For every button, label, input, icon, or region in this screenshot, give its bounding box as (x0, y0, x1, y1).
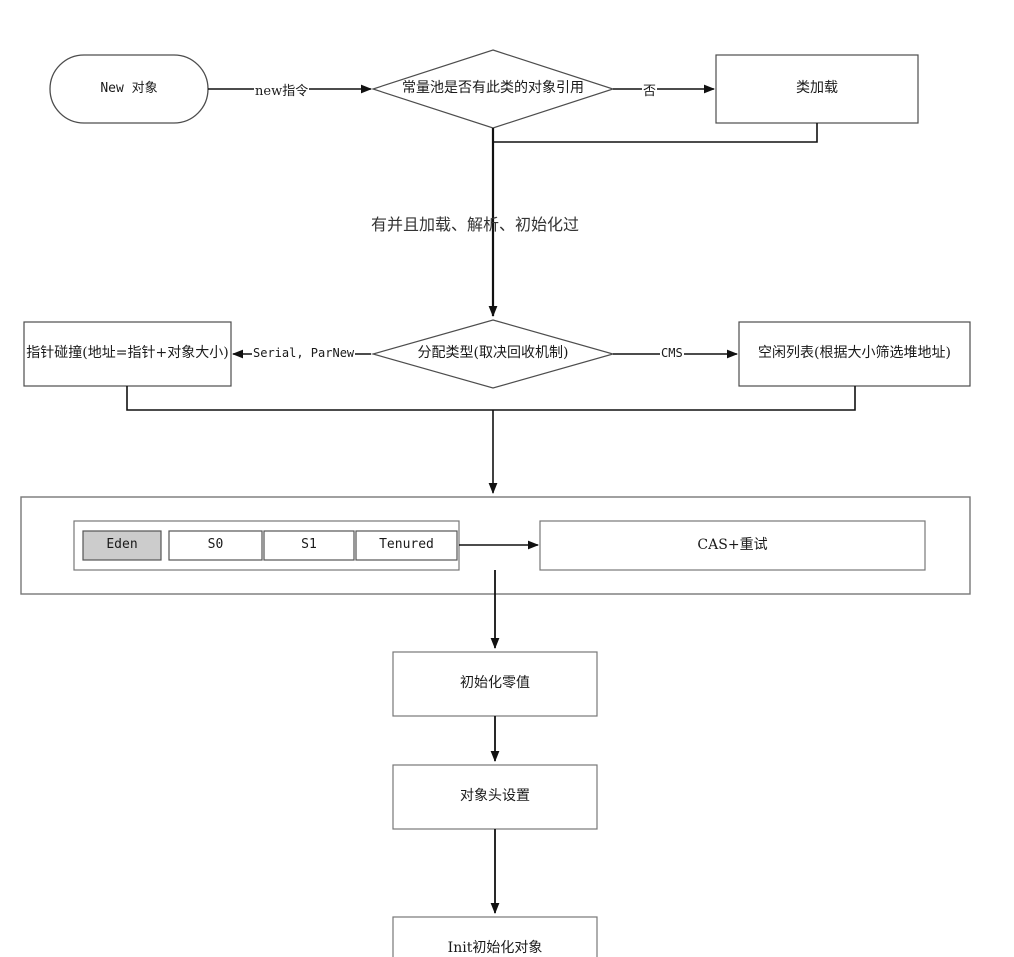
flowchart-connectors (20, 49, 971, 957)
node-class-load-shape (715, 54, 919, 124)
node-init-zero-shape (392, 651, 598, 717)
node-pointer-bump-shape (23, 321, 232, 387)
node-tenured-shape (355, 530, 458, 561)
node-init-object-shape (392, 916, 598, 957)
node-s0-shape (168, 530, 263, 561)
node-s1-shape (263, 530, 355, 561)
edge-classload-feedback (493, 123, 818, 143)
node-cas-retry-shape (539, 520, 926, 571)
node-alloc-type-shape (370, 319, 616, 389)
flowchart-canvas: New 对象 常量池是否有此类的对象引用 类加载 分配类型(取决回收机制) 指针… (0, 0, 1014, 957)
node-const-pool-check-shape (371, 49, 615, 129)
node-new-object-shape (49, 54, 209, 124)
node-object-header-shape (392, 764, 598, 830)
node-eden-shape (82, 530, 162, 561)
node-free-list-shape (738, 321, 971, 387)
edge-pointerbump-merge (126, 386, 493, 411)
edge-freelist-merge (493, 386, 856, 411)
